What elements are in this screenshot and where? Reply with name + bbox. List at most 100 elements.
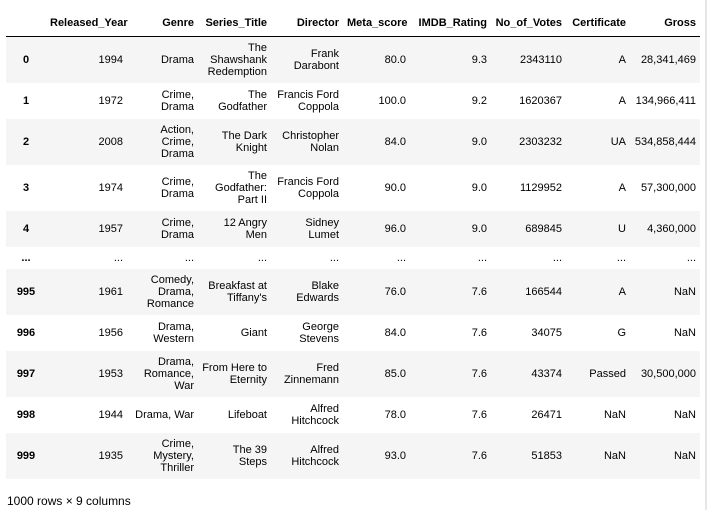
table-cell: 2303232 (519, 135, 562, 148)
table-cell: 1957 (98, 222, 123, 235)
table-cell: Crime, Mystery, Thriller (153, 437, 194, 474)
table-cell: 9.0 (471, 135, 487, 148)
table-cell: 2008 (98, 135, 123, 148)
table-cell: A (618, 53, 626, 66)
row-count-footer: 1000 rows × 9 columns (7, 494, 131, 508)
table-cell: Francis Ford Coppola (277, 88, 339, 113)
table-cell: 12 Angry Men (223, 216, 267, 241)
table-body: 0 1994 Drama The Shawshank Redemption Frank … (6, 36, 700, 479)
column-header: Gross (630, 10, 700, 37)
table-cell: A (618, 285, 626, 298)
table-cell: NaN (603, 408, 626, 421)
table-cell: ... (396, 251, 406, 264)
table-cell: ... (616, 251, 626, 264)
table-cell: From Here to Eternity (202, 361, 267, 386)
row-index: 3 (22, 181, 30, 194)
row-index: 997 (16, 367, 36, 380)
table-cell: 7.6 (471, 285, 487, 298)
table-cell: Fred Zinnemann (283, 361, 339, 386)
row-index: 4 (22, 222, 30, 235)
column-header: Series_Title (198, 10, 271, 37)
table-row: 4 1957 Crime, Drama 12 Angry Men Sidney Lume… (6, 210, 700, 247)
table-cell: 1620367 (519, 94, 562, 107)
row-index: 2 (22, 135, 30, 148)
table-row: .............................. (6, 246, 700, 269)
column-header: Meta_score (343, 10, 410, 37)
table-row: 0 1994 Drama The Shawshank Redemption Frank … (6, 36, 700, 83)
column-header: Genre (127, 10, 198, 37)
dataframe-output: Released_Year Genre Series_Title Director Me… (6, 10, 700, 479)
table-cell: ... (329, 251, 339, 264)
table-cell: Comedy, Drama, Romance (146, 273, 194, 310)
table-row: 3 1974 Crime, Drama The Godfather: Part II F… (6, 164, 700, 211)
table-row: 2 2008 Action, Crime, Drama The Dark Knight… (6, 118, 700, 165)
table-cell: Blake Edwards (296, 279, 339, 304)
row-index: 996 (16, 326, 36, 339)
table-cell: 28,341,469 (640, 53, 696, 66)
row-index: 0 (22, 53, 30, 66)
table-cell: 93.0 (384, 449, 406, 462)
table-cell: 1994 (98, 53, 123, 66)
table-cell: 1944 (98, 408, 123, 421)
table-row: 999 1935 Crime, Mystery, Thriller The 39 St… (6, 432, 700, 479)
table-cell: 84.0 (384, 326, 406, 339)
table-cell: 1974 (98, 181, 123, 194)
table-cell: Crime, Drama (160, 88, 194, 113)
table-cell: George Stevens (299, 320, 339, 345)
table-cell: 85.0 (384, 367, 406, 380)
table-header-row: Released_Year Genre Series_Title Director Me… (6, 10, 700, 37)
table-cell: U (618, 222, 626, 235)
table-cell: 534,858,444 (634, 135, 696, 148)
table-row: 995 1961 Comedy, Drama, Romance Breakfast a… (6, 268, 700, 315)
dataframe-table: Released_Year Genre Series_Title Director Me… (6, 10, 700, 479)
table-cell: ... (552, 251, 562, 264)
table-cell: A (618, 181, 626, 194)
table-cell: Francis Ford Coppola (277, 175, 339, 200)
table-cell: NaN (603, 449, 626, 462)
table-cell: 26471 (531, 408, 562, 421)
column-header: IMDB_Rating (410, 10, 491, 37)
table-cell: 9.0 (471, 222, 487, 235)
table-cell: Drama, Western (153, 320, 194, 345)
table-cell: Giant (240, 326, 267, 339)
row-index: ... (21, 251, 31, 264)
table-row: 998 1944 Drama, War Lifeboat Alfred Hitchcoc… (6, 396, 700, 433)
table-cell: ... (686, 251, 696, 264)
table-cell: 1956 (98, 326, 123, 339)
table-cell: 9.0 (471, 181, 487, 194)
table-cell: Crime, Drama (160, 175, 194, 200)
table-row: 1 1972 Crime, Drama The Godfather Francis Fo… (6, 82, 700, 119)
table-cell: 4,360,000 (647, 222, 696, 235)
table-cell: G (617, 326, 626, 339)
table-cell: 84.0 (384, 135, 406, 148)
row-index: 998 (16, 408, 36, 421)
table-cell: The Godfather (218, 88, 267, 113)
table-cell: 7.6 (471, 408, 487, 421)
index-header (6, 10, 46, 37)
table-cell: Christopher Nolan (282, 129, 339, 154)
table-cell: NaN (673, 408, 696, 421)
scrollbar-track[interactable] (705, 0, 707, 510)
table-cell: NaN (673, 285, 696, 298)
table-cell: 166544 (525, 285, 562, 298)
table-cell: 96.0 (384, 222, 406, 235)
table-cell: ... (257, 251, 267, 264)
row-index: 999 (16, 449, 36, 462)
table-cell: ... (477, 251, 487, 264)
table-cell: 78.0 (384, 408, 406, 421)
table-cell: Breakfast at Tiffany's (208, 279, 267, 304)
table-cell: The Shawshank Redemption (207, 41, 267, 78)
table-cell: Drama, Romance, War (143, 355, 194, 392)
table-cell: 689845 (525, 222, 562, 235)
table-cell: 51853 (531, 449, 562, 462)
table-cell: NaN (673, 449, 696, 462)
table-cell: 43374 (531, 367, 562, 380)
table-row: 996 1956 Drama, Western Giant George Stevens… (6, 314, 700, 351)
row-index: 995 (16, 285, 36, 298)
table-cell: A (618, 94, 626, 107)
table-cell: Crime, Drama (160, 216, 194, 241)
table-cell: 7.6 (471, 367, 487, 380)
table-cell: Alfred Hitchcock (291, 443, 339, 468)
table-cell: 76.0 (384, 285, 406, 298)
column-header: Director (271, 10, 343, 37)
